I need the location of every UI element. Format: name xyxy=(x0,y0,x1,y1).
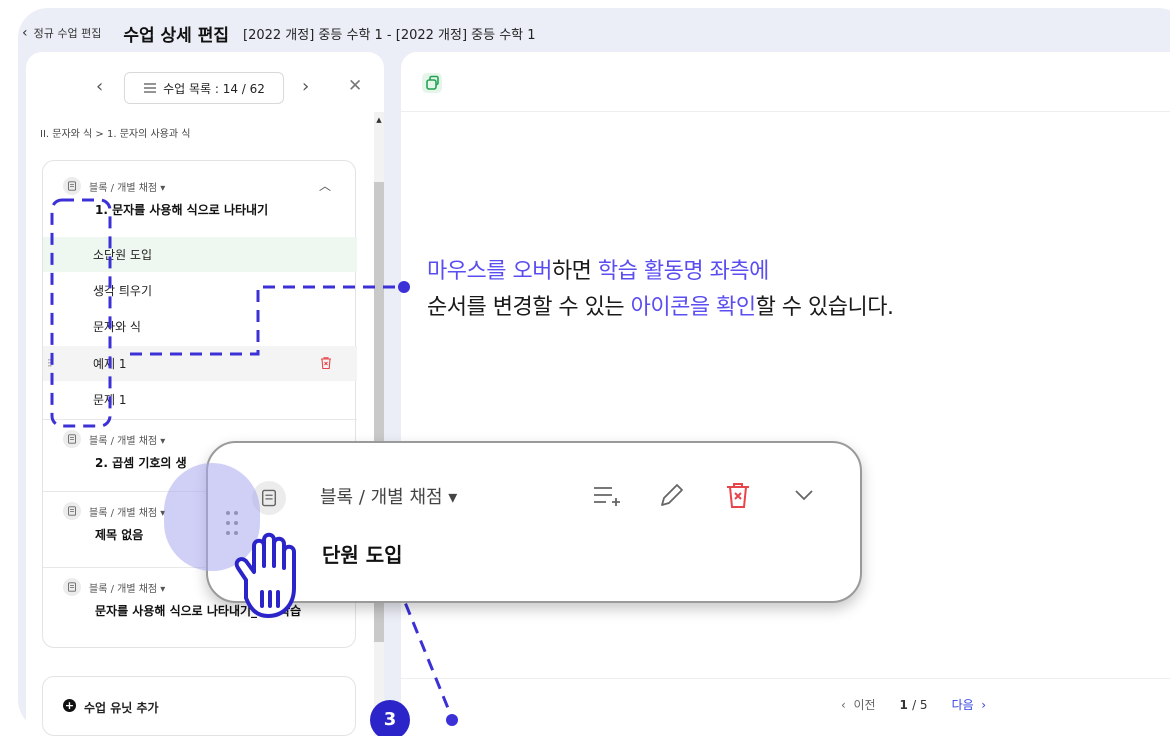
activity-item[interactable]: 문제 1 xyxy=(43,382,357,417)
grading-mode[interactable]: 블록 / 개별 채점 ▾ xyxy=(89,179,165,194)
page-indicator: 1 / 5 xyxy=(900,698,928,712)
grading-mode[interactable]: 블록 / 개별 채점 ▾ xyxy=(89,504,165,519)
annotation-highlight: 마우스를 오버 xyxy=(427,259,552,284)
plus-icon: + xyxy=(63,699,76,712)
prev-page-button[interactable]: ‹ 이전 xyxy=(841,696,876,713)
unit-title: 2. 곱셈 기호의 생 xyxy=(95,456,187,470)
add-list-icon[interactable] xyxy=(590,479,622,511)
activity-label: 문자와 식 xyxy=(93,320,141,334)
prev-lesson-button[interactable]: ‹ xyxy=(96,76,103,97)
scroll-up-arrow-icon[interactable]: ▲ xyxy=(374,116,384,124)
activity-title: 단원 도입 xyxy=(322,543,403,567)
activity-item[interactable]: 소단원 도입 xyxy=(43,237,357,272)
annotation-text: 마우스를 오버하면 학습 활동명 좌측에 순서를 변경할 수 있는 아이콘을 확… xyxy=(427,254,894,326)
unit-meta[interactable]: 블록 / 개별 채점 ▾ xyxy=(63,578,165,596)
activity-label: 생각 틔우기 xyxy=(93,284,153,298)
pagination: ‹ 이전 1 / 5 다음 › xyxy=(841,696,986,713)
unit-title: 1. 문자를 사용해 식으로 나타내기 xyxy=(95,203,269,217)
list-icon xyxy=(144,83,157,93)
delete-icon[interactable] xyxy=(319,356,333,370)
hand-cursor-icon xyxy=(234,532,296,618)
next-page-button[interactable]: 다음 › xyxy=(952,696,987,713)
content-toolbar xyxy=(401,52,1170,112)
annotation-line-2: 순서를 변경할 수 있는 아이콘을 확인할 수 있습니다. xyxy=(427,290,894,326)
content-panel: ‹ 이전 1 / 5 다음 › xyxy=(401,52,1170,736)
unit-meta[interactable]: 블록 / 개별 채점 ▾ xyxy=(63,502,165,520)
annotation-text-part: 순서를 변경할 수 있는 xyxy=(427,295,631,320)
scrollbar[interactable]: ▲ xyxy=(374,112,384,736)
total-pages: / 5 xyxy=(912,697,928,712)
course-title: [2022 개정] 중등 수학 1 - [2022 개정] 중등 수학 1 xyxy=(243,27,536,43)
activity-item[interactable]: 생각 틔우기 xyxy=(43,273,357,308)
back-button[interactable]: ‹ 정규 수업 편집 xyxy=(22,25,101,41)
drag-handle-icon[interactable]: ⁝⁝ xyxy=(47,356,52,370)
delete-icon[interactable] xyxy=(722,479,754,511)
current-page: 1 xyxy=(899,697,908,712)
top-header: ‹ 정규 수업 편집 수업 상세 편집 [2022 개정] 중등 수학 1 - … xyxy=(22,20,536,46)
unit-title: 제목 없음 xyxy=(95,528,144,542)
document-icon xyxy=(63,578,81,596)
activity-label: 예제 1 xyxy=(93,357,127,371)
card-toolbar xyxy=(590,479,820,511)
document-icon xyxy=(63,177,81,195)
lesson-nav: ‹ 수업 목록 : 14 / 62 › ✕ xyxy=(26,68,384,108)
lesson-list-button[interactable]: 수업 목록 : 14 / 62 xyxy=(124,72,284,104)
copy-icon[interactable] xyxy=(421,72,443,94)
lesson-sidebar: ‹ 수업 목록 : 14 / 62 › ✕ II. 문자와 식 > 1. 문자의… xyxy=(26,52,384,736)
next-lesson-button[interactable]: › xyxy=(302,76,309,97)
grading-mode[interactable]: 블록 / 개별 채점 ▾ xyxy=(89,580,165,595)
activity-item[interactable]: 문자와 식 xyxy=(43,309,357,344)
activity-label: 문제 1 xyxy=(93,393,127,407)
lesson-list-label: 수업 목록 : 14 / 62 xyxy=(163,81,265,96)
back-label: 정규 수업 편집 xyxy=(33,27,102,40)
activity-item[interactable]: ⁝⁝ 예제 1 xyxy=(43,346,357,381)
annotation-text-part: 하면 xyxy=(551,259,598,284)
breadcrumb: II. 문자와 식 > 1. 문자의 사용과 식 xyxy=(40,129,191,140)
next-page-label: 다음 xyxy=(951,698,974,712)
annotation-highlight: 아이콘을 확인 xyxy=(630,295,756,320)
annotation-line-1: 마우스를 오버하면 학습 활동명 좌측에 xyxy=(427,254,894,290)
unit-meta[interactable]: 블록 / 개별 채점 ▾ xyxy=(63,430,165,448)
add-unit-label: 수업 유닛 추가 xyxy=(84,701,159,715)
pencil-icon[interactable] xyxy=(656,479,688,511)
prev-page-label: 이전 xyxy=(853,698,876,712)
chevron-up-icon[interactable]: ︿ xyxy=(319,177,331,194)
grading-mode[interactable]: 블록 / 개별 채점 ▾ xyxy=(320,483,457,509)
unit-meta[interactable]: 블록 / 개별 채점 ▾ xyxy=(63,177,165,195)
pager-divider xyxy=(401,678,1170,679)
document-icon xyxy=(63,502,81,520)
step-badge: 3 xyxy=(370,700,410,736)
chevron-down-icon[interactable] xyxy=(788,479,820,511)
close-icon[interactable]: ✕ xyxy=(348,76,362,96)
page-title: 수업 상세 편집 xyxy=(123,25,230,46)
add-unit-button[interactable]: + 수업 유닛 추가 xyxy=(42,676,356,736)
activity-label: 소단원 도입 xyxy=(93,248,153,262)
annotation-text-part: 할 수 있습니다. xyxy=(755,295,894,320)
grading-mode[interactable]: 블록 / 개별 채점 ▾ xyxy=(89,432,165,447)
unit-card[interactable]: 블록 / 개별 채점 ▾ ︿ 1. 문자를 사용해 식으로 나타내기 xyxy=(43,167,357,231)
document-icon xyxy=(63,430,81,448)
annotation-highlight: 학습 활동명 좌측에 xyxy=(597,259,769,284)
chevron-left-icon: ‹ xyxy=(22,25,28,41)
